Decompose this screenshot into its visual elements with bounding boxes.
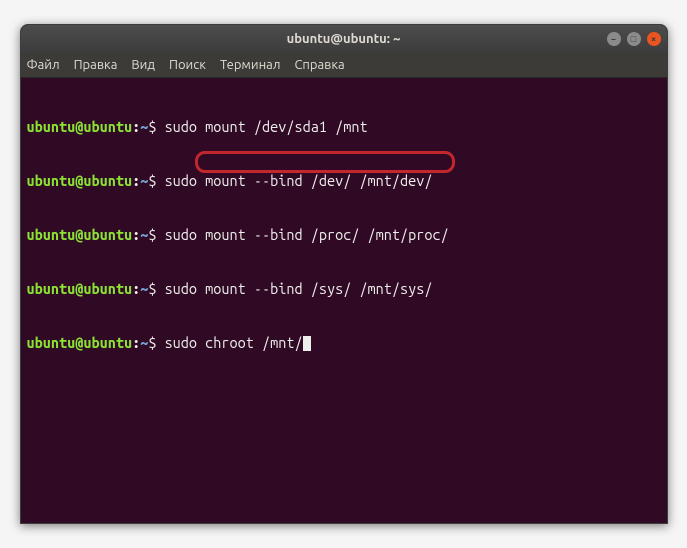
command-text: sudo mount --bind /sys/ /mnt/sys/: [165, 280, 433, 297]
prompt-colon: :: [132, 334, 140, 351]
maximize-icon: □: [631, 34, 636, 44]
terminal-line: ubuntu@ubuntu:~$ sudo mount /dev/sda1 /m…: [27, 118, 661, 136]
prompt-symbol: $: [148, 280, 156, 297]
prompt-colon: :: [132, 226, 140, 243]
cursor-icon: [303, 336, 311, 351]
prompt-colon: :: [132, 280, 140, 297]
menu-edit[interactable]: Правка: [74, 58, 118, 72]
prompt-symbol: $: [148, 334, 156, 351]
menu-terminal[interactable]: Терминал: [220, 58, 280, 72]
prompt-userhost: ubuntu@ubuntu: [27, 280, 133, 297]
window-controls: − □ ×: [607, 32, 661, 46]
prompt-symbol: $: [148, 118, 156, 135]
menu-help[interactable]: Справка: [294, 58, 344, 72]
command-text: sudo mount /dev/sda1 /mnt: [165, 118, 368, 135]
prompt-symbol: $: [148, 172, 156, 189]
command-text: sudo chroot /mnt/: [165, 334, 303, 351]
terminal-line: ubuntu@ubuntu:~$ sudo mount --bind /dev/…: [27, 172, 661, 190]
menu-view[interactable]: Вид: [131, 58, 155, 72]
titlebar: ubuntu@ubuntu: ~ − □ ×: [21, 25, 667, 53]
terminal-body[interactable]: ubuntu@ubuntu:~$ sudo mount /dev/sda1 /m…: [21, 78, 667, 523]
terminal-line: ubuntu@ubuntu:~$ sudo mount --bind /sys/…: [27, 280, 661, 298]
prompt-userhost: ubuntu@ubuntu: [27, 172, 133, 189]
minimize-button[interactable]: −: [607, 32, 621, 46]
menubar: Файл Правка Вид Поиск Терминал Справка: [21, 53, 667, 78]
prompt-symbol: $: [148, 226, 156, 243]
terminal-line: ubuntu@ubuntu:~$ sudo mount --bind /proc…: [27, 226, 661, 244]
close-button[interactable]: ×: [647, 32, 661, 46]
terminal-line: ubuntu@ubuntu:~$ sudo chroot /mnt/: [27, 334, 661, 352]
prompt-colon: :: [132, 172, 140, 189]
annotation-highlight: [195, 151, 455, 173]
command-text: sudo mount --bind /dev/ /mnt/dev/: [165, 172, 433, 189]
close-icon: ×: [651, 34, 656, 44]
prompt-userhost: ubuntu@ubuntu: [27, 226, 133, 243]
window-title: ubuntu@ubuntu: ~: [287, 32, 401, 46]
command-text: sudo mount --bind /proc/ /mnt/proc/: [165, 226, 449, 243]
prompt-userhost: ubuntu@ubuntu: [27, 118, 133, 135]
prompt-userhost: ubuntu@ubuntu: [27, 334, 133, 351]
menu-file[interactable]: Файл: [27, 58, 60, 72]
minimize-icon: −: [611, 34, 616, 44]
maximize-button[interactable]: □: [627, 32, 641, 46]
prompt-colon: :: [132, 118, 140, 135]
terminal-window: ubuntu@ubuntu: ~ − □ × Файл Правка Вид П…: [20, 24, 668, 524]
menu-search[interactable]: Поиск: [169, 58, 206, 72]
